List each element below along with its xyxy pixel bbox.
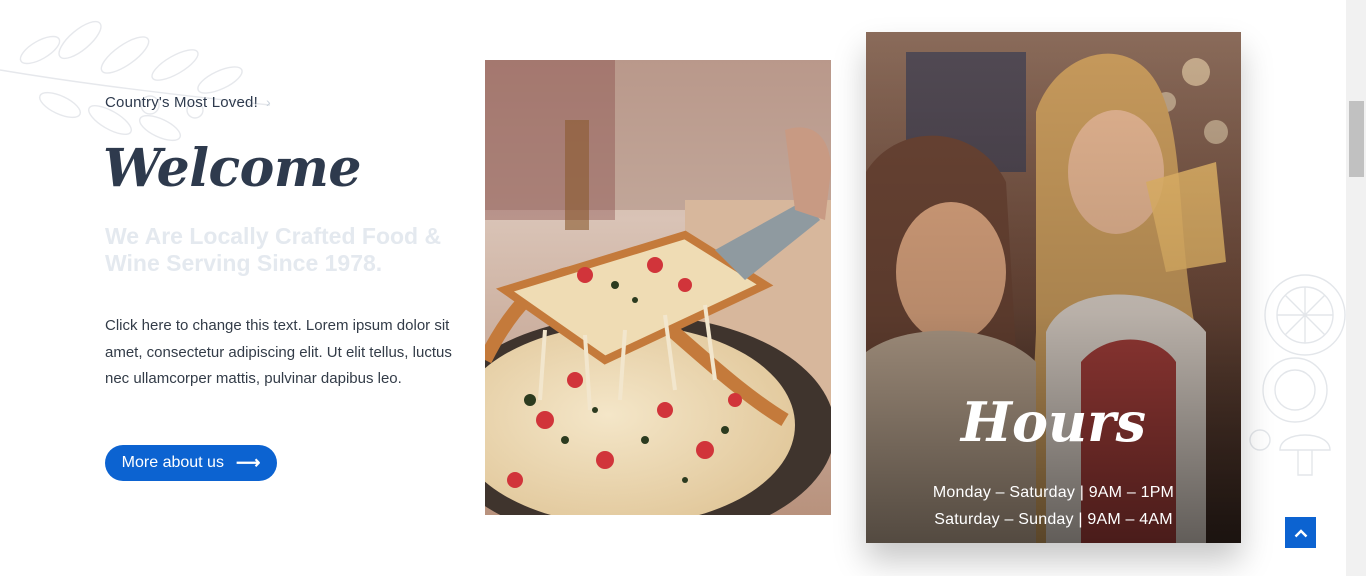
arrow-right-icon: ⟶ (235, 453, 261, 472)
chevron-up-icon (1294, 528, 1307, 537)
hours-weekend-line: Saturday – Sunday | 9AM – 4AM (934, 511, 1173, 528)
vegetable-sketch-decoration (1249, 274, 1346, 476)
women-dining-photo (866, 32, 1241, 543)
more-about-us-button[interactable]: More about us ⟶ (105, 445, 277, 481)
page-scrollbar-thumb[interactable] (1349, 101, 1364, 177)
hours-heading: Hours (960, 390, 1147, 454)
eyebrow-text: Country's Most Loved! (105, 94, 258, 111)
tagline-heading: We Are Locally Crafted Food & Wine Servi… (105, 223, 442, 276)
pizza-slice-photo (485, 60, 831, 515)
hours-card: Hours Monday – Saturday | 9AM – 1PM Satu… (866, 32, 1241, 543)
olive-branch-decoration (0, 20, 271, 142)
welcome-heading: Welcome (103, 138, 361, 199)
eyebrow-arrow-icon: › (266, 94, 271, 110)
hours-weekday-line: Monday – Saturday | 9AM – 1PM (932, 484, 1175, 501)
page-scrollbar[interactable] (1346, 0, 1366, 576)
intro-paragraph: Click here to change this text. Lorem ip… (105, 317, 452, 387)
more-about-us-label: More about us (121, 454, 224, 471)
scroll-to-top-button[interactable] (1285, 517, 1316, 548)
